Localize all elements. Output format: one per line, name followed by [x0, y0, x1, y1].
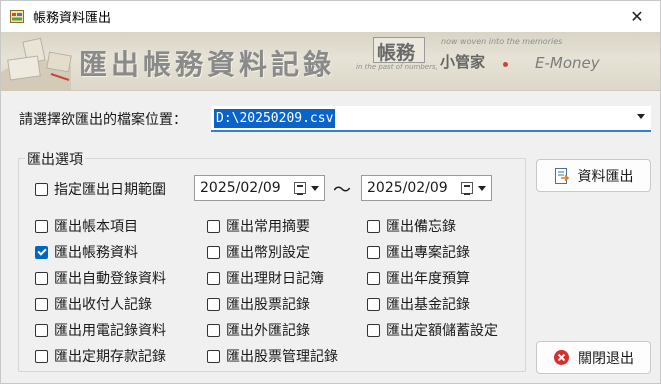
- date-range-label: 指定匯出日期範圍: [54, 182, 166, 198]
- option-label: 匯出收付人記錄: [54, 297, 152, 313]
- window-title: 帳務資料匯出: [33, 11, 112, 26]
- export-document-icon: [554, 167, 570, 185]
- calendar-icon[interactable]: [461, 182, 473, 195]
- option-checkbox[interactable]: 匯出常用摘要: [207, 216, 310, 236]
- chevron-down-icon[interactable]: [478, 186, 486, 191]
- checkbox-box[interactable]: [35, 297, 48, 311]
- logo-sub-text: 小管家: [440, 53, 486, 71]
- checkbox-box-checked[interactable]: [35, 245, 48, 259]
- option-checkbox[interactable]: 匯出帳務資料: [35, 242, 138, 262]
- export-data-button[interactable]: 資料匯出: [536, 159, 651, 192]
- close-circle-icon: [553, 349, 570, 366]
- chevron-down-icon[interactable]: [637, 114, 645, 119]
- option-checkbox[interactable]: 匯出定期存款記錄: [35, 346, 166, 366]
- close-window-button[interactable]: ✕: [614, 1, 660, 32]
- option-label: 匯出理財日記簿: [226, 271, 324, 287]
- option-label: 匯出用電記錄資料: [54, 323, 166, 339]
- checkbox-box[interactable]: [35, 323, 48, 337]
- checkbox-box[interactable]: [207, 245, 220, 259]
- logo-dot-icon: [503, 62, 508, 67]
- export-dialog: 帳務資料匯出 ✕ 匯出帳務資料記錄 帳務 now woven into the …: [0, 0, 661, 384]
- option-checkbox[interactable]: 匯出股票管理記錄: [207, 346, 338, 366]
- checkbox-box[interactable]: [35, 271, 48, 285]
- checkbox-box[interactable]: [207, 271, 220, 285]
- checkbox-box[interactable]: [367, 323, 380, 337]
- checkbox-box[interactable]: [207, 219, 220, 233]
- chevron-down-icon[interactable]: [311, 186, 319, 191]
- option-checkbox[interactable]: 匯出自動登錄資料: [35, 268, 166, 288]
- close-exit-button[interactable]: 關閉退出: [536, 341, 651, 374]
- export-options-legend: 匯出選項: [25, 149, 85, 169]
- option-checkbox[interactable]: 匯出收付人記錄: [35, 294, 152, 314]
- app-icon: [10, 10, 24, 23]
- date-from-value[interactable]: 2025/02/09: [200, 180, 281, 196]
- calendar-icon[interactable]: [294, 182, 306, 195]
- banner-decoration: [1, 37, 72, 90]
- file-path-label: 請選擇欲匯出的檔案位置：: [19, 112, 187, 128]
- option-checkbox[interactable]: 匯出外匯記錄: [207, 320, 310, 340]
- date-to-picker[interactable]: 2025/02/09: [361, 175, 492, 201]
- checkbox-box[interactable]: [35, 349, 48, 363]
- file-path-value[interactable]: D:\20250209.csv: [214, 109, 336, 128]
- option-label: 匯出常用摘要: [226, 219, 310, 235]
- checkbox-box[interactable]: [207, 323, 220, 337]
- option-checkbox[interactable]: 匯出備忘錄: [367, 216, 456, 236]
- logo-main-text: 帳務: [377, 42, 416, 64]
- logo-tagline-bottom: in the past of numbers,: [356, 63, 438, 71]
- option-label: 匯出股票記錄: [226, 297, 310, 313]
- checkbox-box[interactable]: [367, 271, 380, 285]
- close-exit-label: 關閉退出: [578, 350, 634, 367]
- option-label: 匯出專案記錄: [386, 245, 470, 261]
- option-checkbox[interactable]: 匯出股票記錄: [207, 294, 310, 314]
- option-label: 匯出帳務資料: [54, 245, 138, 261]
- option-label: 匯出定期存款記錄: [54, 349, 166, 365]
- option-checkbox[interactable]: 匯出幣別設定: [207, 242, 310, 262]
- option-checkbox[interactable]: 匯出年度預算: [367, 268, 470, 288]
- option-checkbox[interactable]: 匯出理財日記簿: [207, 268, 324, 288]
- checkbox-box[interactable]: [207, 297, 220, 311]
- checkbox-box[interactable]: [367, 297, 380, 311]
- checkbox-box[interactable]: [35, 182, 48, 196]
- checkbox-box[interactable]: [367, 245, 380, 259]
- checkbox-box[interactable]: [367, 219, 380, 233]
- export-data-label: 資料匯出: [577, 168, 634, 185]
- option-checkbox[interactable]: 匯出基金記錄: [367, 294, 470, 314]
- banner-heading: 匯出帳務資料記錄: [79, 48, 336, 81]
- date-range-checkbox[interactable]: 指定匯出日期範圍: [35, 179, 166, 199]
- option-label: 匯出基金記錄: [386, 297, 470, 313]
- brand-emoney: E-Money: [535, 54, 600, 72]
- date-range-separator: ～: [333, 180, 351, 201]
- option-label: 匯出帳本項目: [54, 219, 138, 235]
- option-label: 匯出外匯記錄: [226, 323, 310, 339]
- date-from-picker[interactable]: 2025/02/09: [194, 175, 325, 201]
- option-checkbox[interactable]: 匯出專案記錄: [367, 242, 470, 262]
- option-checkbox[interactable]: 匯出定額儲蓄設定: [367, 320, 498, 340]
- option-label: 匯出備忘錄: [386, 219, 456, 235]
- option-label: 匯出年度預算: [386, 271, 470, 287]
- option-label: 匯出定額儲蓄設定: [386, 323, 498, 339]
- checkbox-box[interactable]: [207, 349, 220, 363]
- file-path-combobox[interactable]: D:\20250209.csv: [211, 106, 651, 132]
- title-bar: 帳務資料匯出 ✕: [1, 1, 660, 32]
- option-label: 匯出幣別設定: [226, 245, 310, 261]
- header-banner: 匯出帳務資料記錄 帳務 now woven into the memories …: [1, 32, 660, 91]
- date-to-value[interactable]: 2025/02/09: [367, 180, 448, 196]
- option-label: 匯出自動登錄資料: [54, 271, 166, 287]
- logo-tagline-top: now woven into the memories: [441, 37, 563, 46]
- option-checkbox[interactable]: 匯出帳本項目: [35, 216, 138, 236]
- checkbox-box[interactable]: [35, 219, 48, 233]
- option-label: 匯出股票管理記錄: [226, 349, 338, 365]
- option-checkbox[interactable]: 匯出用電記錄資料: [35, 320, 166, 340]
